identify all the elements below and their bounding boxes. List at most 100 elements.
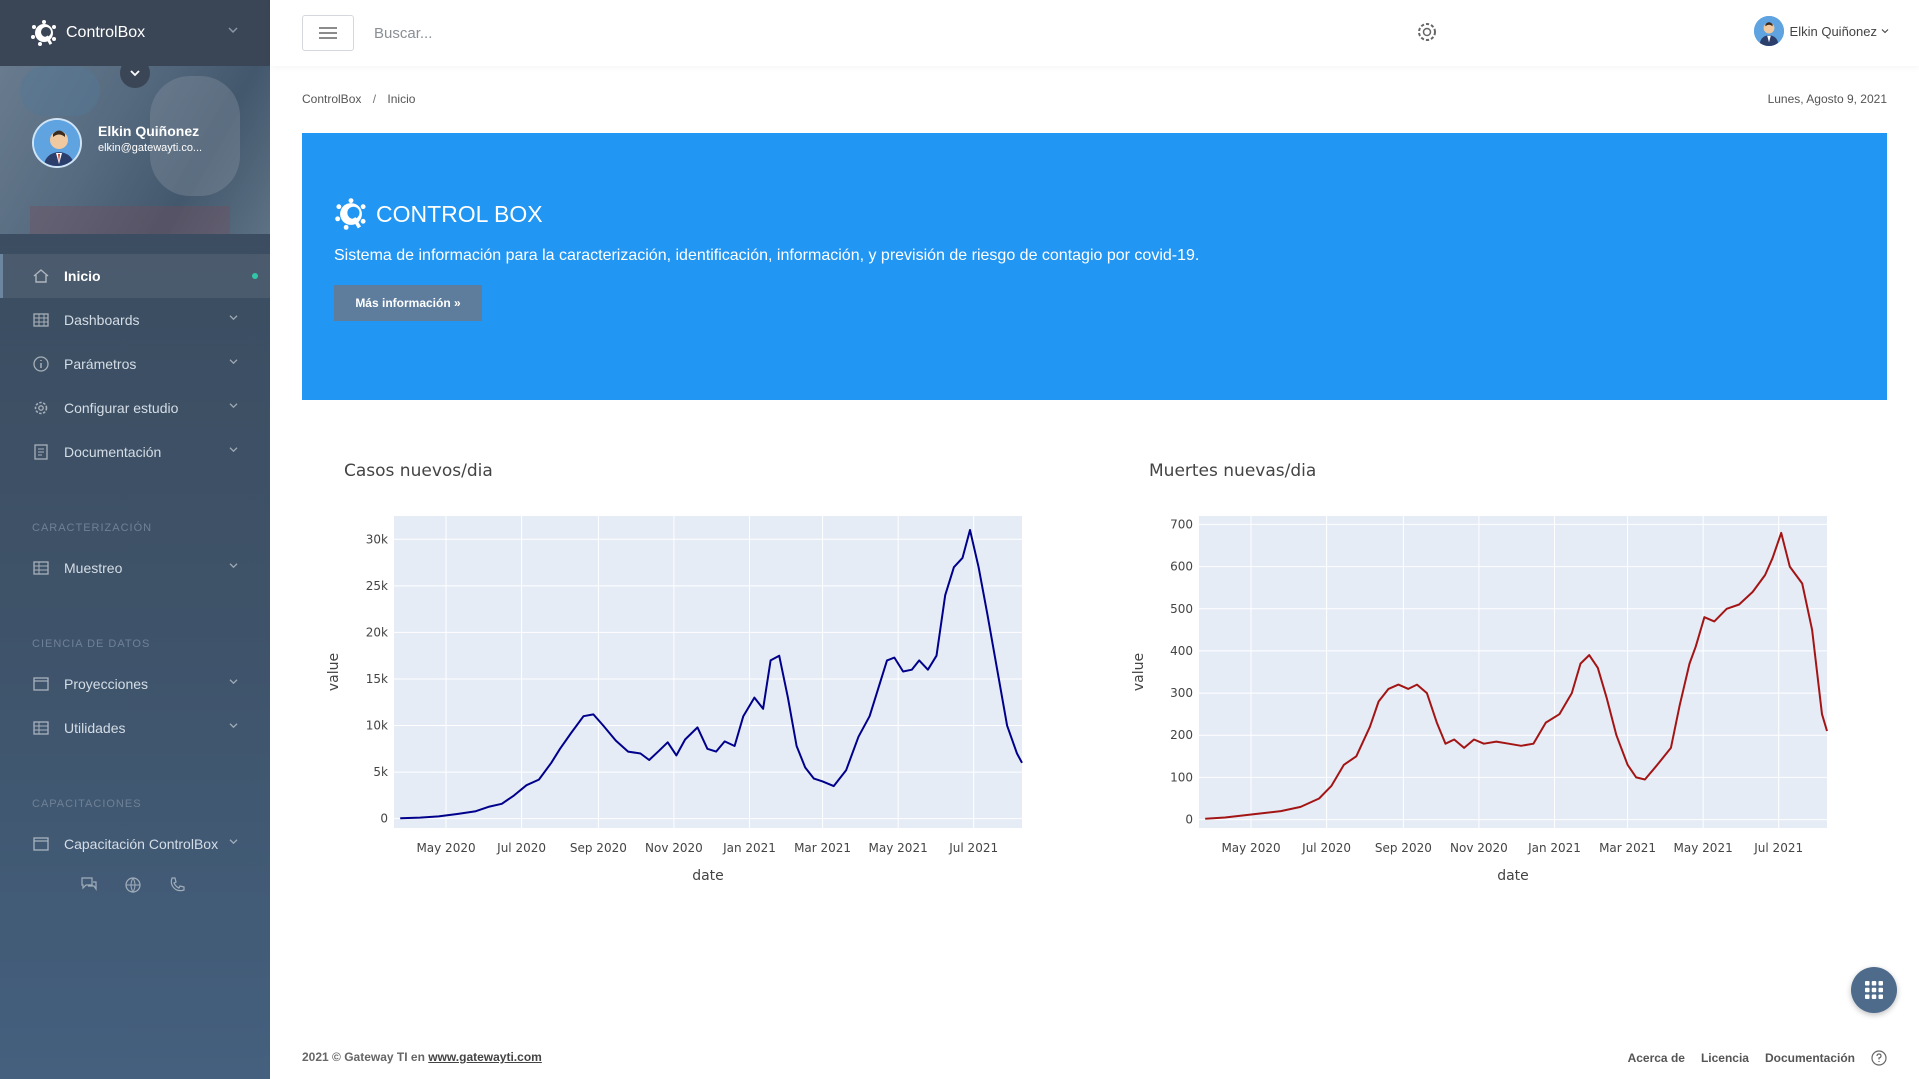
x-tick-label: Jan 2021 [1527,841,1581,855]
topbar: Elkin Quiñonez [270,0,1919,66]
more-info-button[interactable]: Más información » [334,285,482,321]
sidebar-item-label: Capacitación ControlBox [64,836,219,852]
sidebar-brand[interactable]: ControlBox [0,0,270,66]
menu-toggle-button[interactable] [302,15,354,51]
chevron-down-icon [130,70,140,77]
sidebar-item-dashboards[interactable]: Dashboards [0,298,270,342]
sidebar-item-configurar-estudio[interactable]: Configurar estudio [0,386,270,430]
brand-name: ControlBox [66,24,146,41]
chevron-down-icon[interactable] [228,26,238,34]
chevron-down-icon [1881,29,1889,34]
globe-icon[interactable] [124,876,142,894]
chevron-down-icon [229,723,238,729]
x-axis-label: date [1497,868,1529,884]
chevron-down-icon [229,839,238,845]
table-icon [33,561,49,575]
footer-link-license[interactable]: Licencia [1701,1051,1749,1065]
footer-link-about[interactable]: Acerca de [1628,1051,1685,1065]
x-tick-label: Sep 2020 [570,841,627,855]
hero-title-text: CONTROL BOX [376,200,543,227]
footer-website-link[interactable]: www.gatewayti.com [428,1050,542,1064]
x-tick-label: Nov 2020 [1450,841,1508,855]
user-avatar-icon [1753,16,1784,46]
sidebar-profile: Elkin Quiñonez elkin@gatewayti.co... [0,66,270,234]
x-tick-label: May 2021 [1674,841,1733,855]
chart-new-cases: Casos nuevos/dia May 2020 Jul 2020 Sep 2020… [302,434,1023,884]
y-tick-label: 500 [1170,602,1193,616]
y-axis-label: value [1131,653,1147,691]
y-tick-label: 25k [366,579,388,593]
x-tick-label: Jul 2020 [1301,841,1351,855]
y-tick-label: 700 [1170,517,1193,531]
gear-icon [34,401,48,415]
sidebar-item-capacitacion[interactable]: Capacitación ControlBox [0,822,270,866]
help-icon[interactable] [1871,1050,1887,1066]
breadcrumb-root[interactable]: ControlBox [302,92,361,106]
chart-title: Muertes nuevas/dia [1149,461,1316,481]
chevron-down-icon [229,315,238,321]
sidebar-item-inicio[interactable]: Inicio [0,254,270,298]
sidebar-section-caracterizacion: CARACTERIZACIÓN [32,522,153,534]
sidebar-item-muestreo[interactable]: Muestreo [0,546,270,590]
x-tick-label: Jul 2021 [1753,841,1803,855]
chart-new-deaths: Muertes nuevas/dia May 2020 Jul 2020 Sep 20… [1107,434,1828,884]
sidebar-footer-icons [80,876,186,894]
y-tick-label: 0 [380,812,388,826]
sidebar-item-proyecciones[interactable]: Proyecciones [0,662,270,706]
phone-icon[interactable] [168,876,186,894]
info-icon [33,356,49,372]
y-tick-label: 200 [1170,728,1193,742]
avatar [1753,16,1784,46]
chevron-down-icon [229,563,238,569]
chevron-down-icon [229,679,238,685]
x-tick-label: Nov 2020 [645,841,703,855]
y-tick-label: 0 [1185,813,1193,827]
x-tick-label: May 2020 [416,841,475,855]
breadcrumb: ControlBox / Inicio [302,92,415,106]
y-tick-label: 600 [1170,560,1193,574]
current-date: Lunes, Agosto 9, 2021 [1767,92,1887,106]
sidebar-item-label: Configurar estudio [64,400,179,416]
x-tick-label: Mar 2021 [1599,841,1656,855]
plot-area [1199,516,1827,828]
sidebar-item-utilidades[interactable]: Utilidades [0,706,270,750]
x-axis-label: date [692,868,724,884]
x-tick-label: May 2021 [869,841,928,855]
topbar-user-menu[interactable]: Elkin Quiñonez [1753,16,1889,46]
sidebar-item-label: Parámetros [64,356,137,372]
y-tick-label: 400 [1170,644,1193,658]
hero-banner: CONTROL BOX Sistema de información para … [302,133,1887,400]
grid-dots-icon [1865,981,1883,999]
x-tick-label: Jan 2021 [722,841,776,855]
grid-icon [33,313,49,327]
controlbox-logo-icon [31,20,56,46]
chevron-down-icon [229,447,238,453]
footer-links: Acerca de Licencia Documentación [1628,1050,1887,1066]
hero-title: CONTROL BOX [334,197,543,231]
gear-icon[interactable] [1415,20,1439,44]
sidebar-section-capacitaciones: CAPACITACIONES [32,798,142,810]
y-tick-label: 5k [373,765,388,779]
footer-copyright-text: 2021 © Gateway TI en [302,1050,429,1064]
window-icon [33,677,49,691]
avatar[interactable] [32,118,82,168]
breadcrumb-separator: / [372,92,377,106]
footer-link-docs[interactable]: Documentación [1765,1051,1855,1065]
footer-copyright: 2021 © Gateway TI en www.gatewayti.com [302,1050,542,1064]
sidebar-item-label: Proyecciones [64,676,149,692]
document-icon [34,444,48,460]
controlbox-logo-icon [335,198,366,230]
active-indicator [252,273,258,279]
y-tick-label: 30k [366,532,388,546]
sidebar-item-documentacion[interactable]: Documentación [0,430,270,474]
y-tick-label: 300 [1170,686,1193,700]
sidebar: ControlBox Elkin Quiñonez elkin@gatewayt… [0,0,270,1079]
chat-icon[interactable] [80,876,98,892]
search-input[interactable] [374,24,774,42]
sidebar-item-parametros[interactable]: Parámetros [0,342,270,386]
chart-new-cases-svg: Casos nuevos/dia May 2020 Jul 2020 Sep 2020… [326,461,1023,884]
x-tick-label: Mar 2021 [794,841,851,855]
sidebar-item-label: Dashboards [64,312,140,328]
sidebar-item-label: Documentación [64,444,162,460]
apps-menu-button[interactable] [1851,967,1897,1013]
